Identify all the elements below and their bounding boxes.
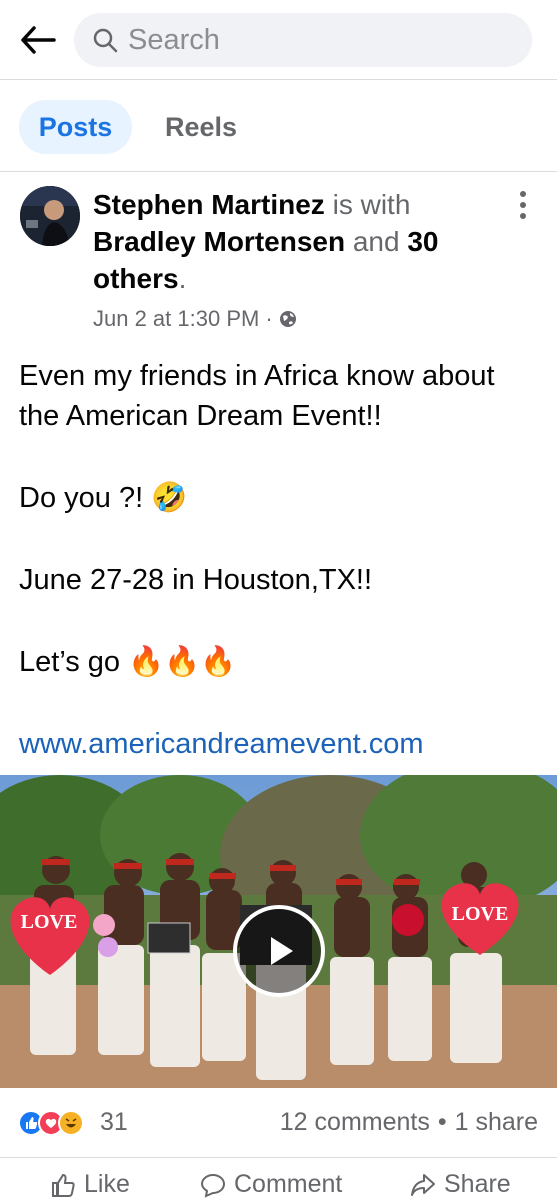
shares-count[interactable]: 1 share <box>455 1108 538 1137</box>
more-dot <box>520 202 526 208</box>
tagged-person[interactable]: Bradley Mortensen <box>93 226 345 257</box>
timestamp-text: Jun 2 at 1:30 PM <box>93 306 260 331</box>
play-icon <box>271 937 293 965</box>
reactions-bar: 31 12 comments • 1 share <box>0 1088 557 1158</box>
post-timestamp[interactable]: Jun 2 at 1:30 PM · <box>93 306 297 332</box>
avatar-image <box>20 186 80 246</box>
post-action-bar: Like Comment Share <box>0 1158 557 1200</box>
post-header: Stephen Martinez is with Bradley Mortens… <box>0 172 557 342</box>
and-text: and <box>352 226 400 257</box>
like-button[interactable]: Like <box>50 1170 130 1199</box>
haha-icon <box>58 1110 84 1136</box>
post-options-button[interactable] <box>508 188 538 222</box>
back-button[interactable] <box>16 20 60 60</box>
post-video[interactable]: LOVE LOVE <box>0 775 557 1088</box>
comment-label: Comment <box>234 1170 343 1198</box>
search-bar[interactable] <box>74 13 532 67</box>
love-sign-right: LOVE <box>451 903 509 925</box>
share-icon <box>411 1173 435 1196</box>
post-text-line: Even my friends in Africa know about the… <box>19 360 495 432</box>
tab-bar: Posts Reels <box>0 80 557 172</box>
search-input[interactable] <box>128 23 508 57</box>
back-arrow-icon <box>21 26 56 54</box>
post-link[interactable]: www.americandreamevent.com <box>19 724 424 764</box>
comments-count[interactable]: 12 comments <box>280 1108 430 1137</box>
love-sign-left: LOVE <box>20 911 78 933</box>
with-text: is with <box>332 189 411 220</box>
tab-posts[interactable]: Posts <box>19 100 132 154</box>
timestamp-separator: · <box>265 306 273 331</box>
reaction-icons[interactable] <box>18 1110 84 1136</box>
top-bar <box>0 0 557 80</box>
tab-reels[interactable]: Reels <box>146 100 256 154</box>
like-label: Like <box>84 1170 130 1198</box>
comment-button[interactable]: Comment <box>200 1170 342 1199</box>
reaction-count[interactable]: 31 <box>100 1108 128 1137</box>
post-text-line: June 27-28 in Houston,TX!! <box>19 564 373 596</box>
author-name[interactable]: Stephen Martinez <box>93 189 325 220</box>
period: . <box>178 263 187 294</box>
more-dot <box>520 213 526 219</box>
comment-icon <box>200 1173 226 1198</box>
post-attribution: Stephen Martinez is with Bradley Mortens… <box>93 186 493 297</box>
post-text-line: Do you ?! 🤣 <box>19 482 188 514</box>
globe-icon <box>279 311 296 327</box>
more-dot <box>520 191 526 197</box>
engagement-summary: 12 comments • 1 share <box>280 1108 538 1137</box>
share-button[interactable]: Share <box>410 1170 511 1199</box>
author-avatar[interactable] <box>20 186 80 246</box>
play-button[interactable] <box>233 905 325 997</box>
post-text-line: Let’s go 🔥🔥🔥 <box>19 646 237 678</box>
summary-separator: • <box>437 1108 447 1136</box>
thumbs-up-icon <box>52 1173 75 1197</box>
search-icon <box>93 28 118 53</box>
share-label: Share <box>444 1170 511 1198</box>
